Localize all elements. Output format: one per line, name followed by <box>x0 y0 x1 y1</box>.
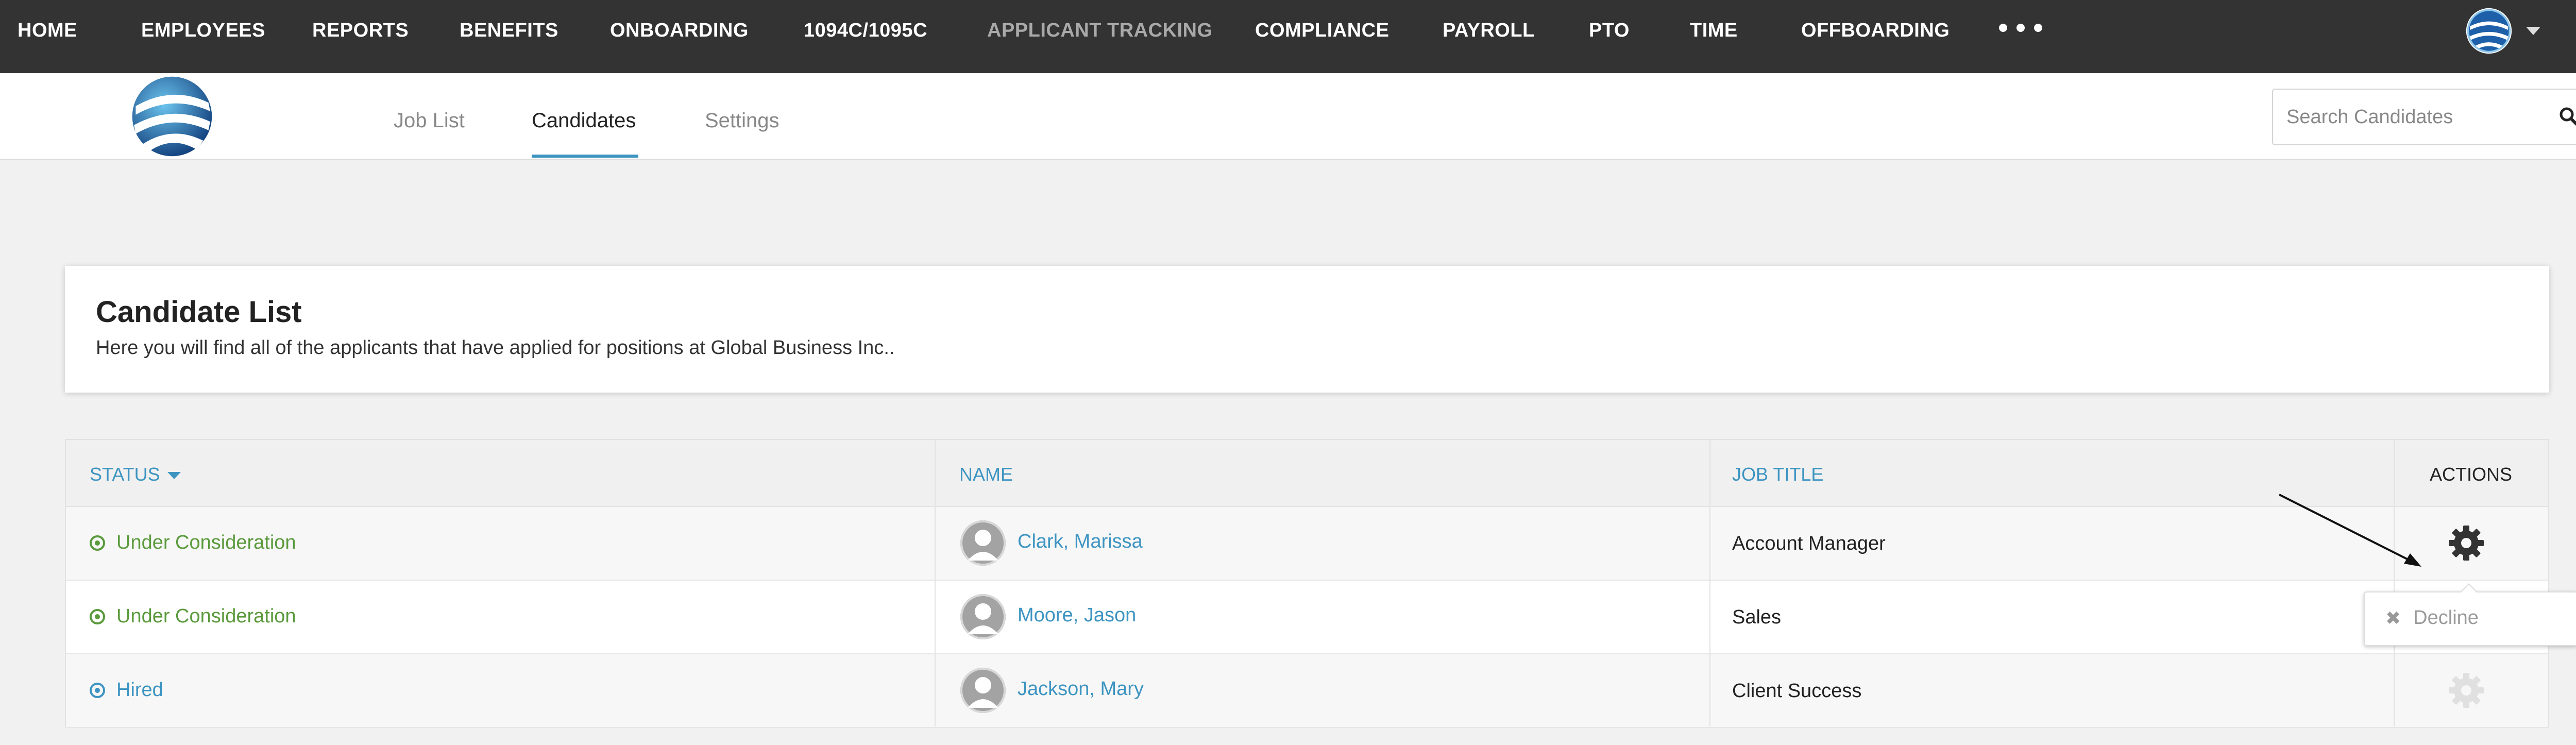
column-header-actions: ACTIONS <box>2430 464 2513 485</box>
column-header-name[interactable]: NAME <box>959 464 1013 485</box>
decline-menu-item[interactable]: ✖ Decline <box>2385 607 2479 629</box>
avatar <box>960 520 1006 566</box>
caret-down-icon[interactable] <box>2526 27 2540 35</box>
status-circle-icon <box>90 608 105 624</box>
annotation-arrow-icon <box>2279 494 2421 567</box>
avatar <box>960 594 1006 639</box>
table-row: Hired Jackson, Mary Client Success <box>66 654 2548 728</box>
page-description: Here you will find all of the applicants… <box>96 337 895 359</box>
nav-applicant-tracking[interactable]: APPLICANT TRACKING <box>987 20 1213 42</box>
action-menu: ✖ Decline <box>2364 583 2576 646</box>
nav-reports[interactable]: REPORTS <box>312 20 409 42</box>
top-nav: HOME EMPLOYEES REPORTS BENEFITS ONBOARDI… <box>0 0 2576 73</box>
page-title: Candidate List <box>96 295 302 329</box>
column-header-job-title[interactable]: JOB TITLE <box>1732 464 1823 485</box>
column-divider <box>2394 440 2395 726</box>
table-row: Under Consideration Moore, Jason Sales <box>66 581 2548 654</box>
job-title: Client Success <box>1732 680 1862 702</box>
nav-pto[interactable]: PTO <box>1589 20 1630 42</box>
company-logo <box>132 76 212 157</box>
nav-compliance[interactable]: COMPLIANCE <box>1255 20 1389 42</box>
column-header-status[interactable]: STATUS <box>90 464 181 485</box>
tab-job-list[interactable]: Job List <box>394 109 465 132</box>
nav-time[interactable]: TIME <box>1690 20 1738 42</box>
nav-employees[interactable]: EMPLOYEES <box>141 20 265 42</box>
nav-1094c-1095c[interactable]: 1094C/1095C <box>804 20 927 42</box>
active-tab-indicator <box>532 155 638 158</box>
x-icon: ✖ <box>2385 607 2401 629</box>
gear-icon[interactable] <box>2447 523 2486 563</box>
tab-settings[interactable]: Settings <box>705 109 779 132</box>
tab-candidates[interactable]: Candidates <box>532 109 636 132</box>
column-divider <box>935 440 936 726</box>
candidate-name-link[interactable]: Jackson, Mary <box>1018 678 1144 700</box>
table-header: STATUS NAME JOB TITLE ACTIONS <box>66 440 2548 507</box>
status-link[interactable]: Under Consideration <box>90 532 296 554</box>
avatar <box>960 668 1006 713</box>
nav-home[interactable]: HOME <box>18 20 77 42</box>
nav-payroll[interactable]: PAYROLL <box>1443 20 1535 42</box>
status-link[interactable]: Hired <box>90 679 163 701</box>
search-input[interactable] <box>2286 106 2544 128</box>
user-menu[interactable] <box>2465 7 2540 55</box>
job-title: Sales <box>1732 606 1782 628</box>
candidate-name-link[interactable]: Clark, Marissa <box>1018 531 1143 553</box>
job-title: Account Manager <box>1732 533 1886 554</box>
candidate-list-card: Candidate List Here you will find all of… <box>65 266 2549 393</box>
candidates-table: STATUS NAME JOB TITLE ACTIONS Under Cons… <box>65 439 2549 728</box>
globe-logo-icon <box>2466 8 2512 54</box>
gear-icon <box>2449 673 2484 708</box>
more-dots-icon[interactable] <box>1999 24 2042 32</box>
nav-offboarding[interactable]: OFFBOARDING <box>1801 20 1950 42</box>
status-link[interactable]: Under Consideration <box>90 605 296 628</box>
search-box <box>2272 89 2576 145</box>
search-icon[interactable] <box>2558 106 2576 127</box>
candidate-name-link[interactable]: Moore, Jason <box>1018 604 1136 627</box>
sort-caret-icon <box>167 472 181 480</box>
table-row: Under Consideration Clark, Marissa Accou… <box>66 507 2548 581</box>
nav-onboarding[interactable]: ONBOARDING <box>610 20 749 42</box>
status-circle-icon <box>90 682 105 698</box>
sub-header: Job List Candidates Settings <box>0 73 2576 160</box>
column-divider <box>1709 440 1710 726</box>
nav-benefits[interactable]: BENEFITS <box>460 20 558 42</box>
status-circle-icon <box>90 535 105 551</box>
